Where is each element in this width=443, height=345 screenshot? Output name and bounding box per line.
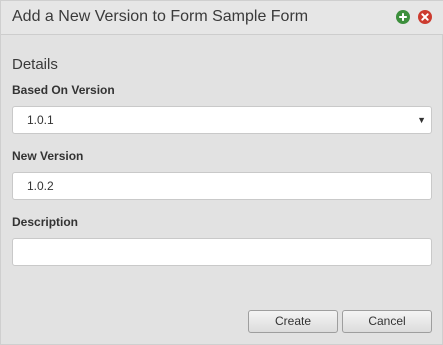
description-input[interactable] <box>12 238 432 266</box>
cancel-button[interactable]: Cancel <box>342 310 432 333</box>
new-version-label: New Version <box>12 149 84 163</box>
add-version-dialog: Add a New Version to Form Sample Form De… <box>0 0 443 345</box>
plus-circle-icon[interactable] <box>396 10 410 24</box>
dialog-title: Add a New Version to Form Sample Form <box>12 8 309 25</box>
description-label: Description <box>12 215 79 229</box>
close-circle-icon[interactable] <box>418 10 432 24</box>
chevron-down-icon: ▼ <box>417 115 426 125</box>
based-on-version-select[interactable]: 1.0.1 ▼ <box>12 106 432 134</box>
create-button[interactable]: Create <box>248 310 338 333</box>
based-on-version-label: Based On Version <box>12 83 115 97</box>
new-version-input[interactable] <box>12 172 432 200</box>
dialog-titlebar: Add a New Version to Form Sample Form <box>1 1 443 35</box>
details-heading: Details <box>12 56 58 73</box>
based-on-version-value: 1.0.1 <box>27 113 54 127</box>
